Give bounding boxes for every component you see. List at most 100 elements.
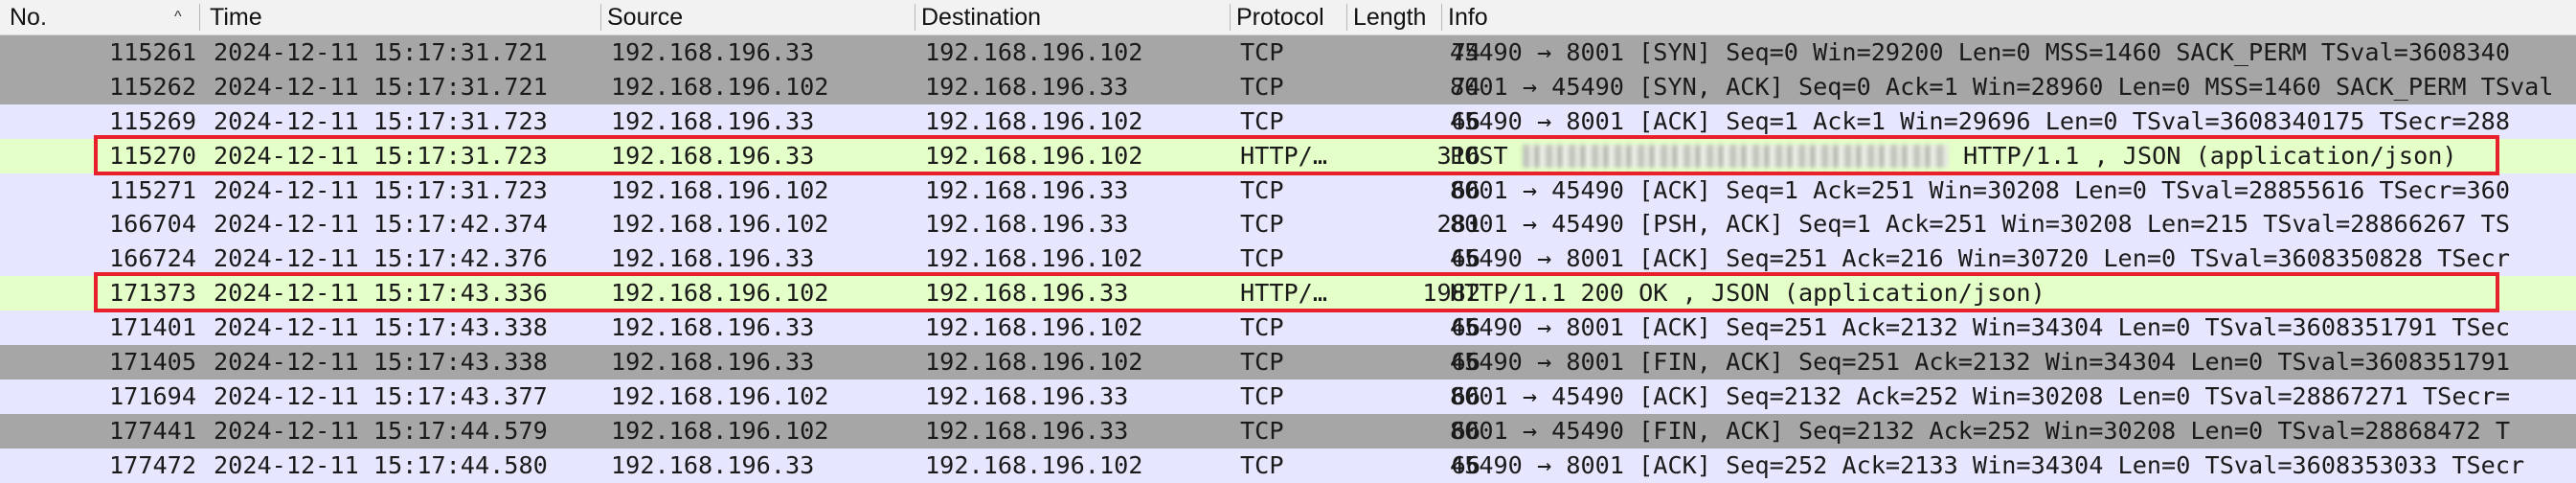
column-header-time[interactable]: Time [210, 0, 593, 34]
packet-number: 166704 [109, 210, 196, 239]
packet-row[interactable]: 171405 2024-12-11 15:17:43.338 192.168.196… [0, 345, 2576, 380]
packet-protocol: TCP [1240, 210, 1284, 239]
redacted-url [1522, 144, 1949, 168]
packet-row[interactable]: 171401 2024-12-11 15:17:43.338 192.168.196… [0, 310, 2576, 346]
packet-time: 2024-12-11 15:17:31.721 [214, 72, 548, 101]
packet-number: 171694 [109, 381, 196, 410]
packet-info: 45490 → 8001 [FIN, ACK] Seq=251 Ack=2132… [1450, 345, 2576, 380]
packet-protocol: TCP [1240, 416, 1284, 445]
packet-time: 2024-12-11 15:17:43.336 [214, 279, 548, 308]
packet-source: 192.168.196.33 [611, 348, 815, 377]
packet-protocol: TCP [1240, 381, 1284, 410]
column-header-destination[interactable]: Destination [921, 0, 1223, 34]
packet-number: 115269 [109, 106, 196, 135]
packet-destination: 192.168.196.102 [925, 106, 1143, 135]
packet-protocol: TCP [1240, 106, 1284, 135]
column-divider[interactable] [199, 4, 200, 31]
packet-row[interactable]: 166704 2024-12-11 15:17:42.374 192.168.196… [0, 207, 2576, 242]
packet-source: 192.168.196.102 [611, 381, 829, 410]
packet-info-text: 45490 → 8001 [ACK] Seq=251 Ack=216 Win=3… [1450, 244, 2510, 273]
packet-info-text: 45490 → 8001 [SYN] Seq=0 Win=29200 Len=0… [1450, 38, 2510, 66]
packet-destination: 192.168.196.102 [925, 313, 1143, 342]
packet-row[interactable]: 115262 2024-12-11 15:17:31.721 192.168.196… [0, 69, 2576, 104]
packet-destination: 192.168.196.33 [925, 279, 1129, 308]
packet-source: 192.168.196.33 [611, 313, 815, 342]
packet-number: 115262 [109, 72, 196, 101]
packet-info-text: 8001 → 45490 [ACK] Seq=1 Ack=251 Win=302… [1450, 175, 2510, 204]
packet-source: 192.168.196.102 [611, 279, 829, 308]
packet-info: 45490 → 8001 [ACK] Seq=251 Ack=216 Win=3… [1450, 242, 2576, 276]
column-header-source[interactable]: Source [607, 0, 909, 34]
packet-time: 2024-12-11 15:17:31.723 [214, 106, 548, 135]
packet-info-text: 8001 → 45490 [PSH, ACK] Seq=1 Ack=251 Wi… [1450, 210, 2510, 239]
packet-destination: 192.168.196.33 [925, 210, 1129, 239]
packet-time: 2024-12-11 15:17:43.338 [214, 348, 548, 377]
packet-info: HTTP/1.1 200 OK , JSON (application/json… [1450, 276, 2576, 310]
column-divider[interactable] [1346, 4, 1347, 31]
packet-destination: 192.168.196.102 [925, 450, 1143, 479]
packet-info-text: HTTP/1.1 200 OK , JSON (application/json… [1450, 279, 2045, 308]
packet-destination: 192.168.196.33 [925, 381, 1129, 410]
packet-protocol: TCP [1240, 313, 1284, 342]
packet-source: 192.168.196.102 [611, 210, 829, 239]
column-header-protocol[interactable]: Protocol [1236, 0, 1344, 34]
packet-protocol: TCP [1240, 175, 1284, 204]
packet-info: 8001 → 45490 [FIN, ACK] Seq=2132 Ack=252… [1450, 414, 2576, 448]
packet-destination: 192.168.196.102 [925, 244, 1143, 273]
packet-info-method: POST [1450, 141, 1523, 170]
packet-destination: 192.168.196.33 [925, 416, 1129, 445]
packet-protocol: TCP [1240, 450, 1284, 479]
packet-info-text: 45490 → 8001 [ACK] Seq=252 Ack=2133 Win=… [1450, 450, 2525, 479]
packet-number: 115271 [109, 175, 196, 204]
packet-info: 45490 → 8001 [ACK] Seq=1 Ack=1 Win=29696… [1450, 104, 2576, 139]
packet-info: 8001 → 45490 [ACK] Seq=2132 Ack=252 Win=… [1450, 380, 2576, 414]
column-header-no[interactable]: No. [10, 0, 182, 34]
packet-info: POST HTTP/1.1 , JSON (application/json) [1450, 139, 2576, 173]
packet-info: 8001 → 45490 [PSH, ACK] Seq=1 Ack=251 Wi… [1450, 207, 2576, 242]
packet-source: 192.168.196.33 [611, 141, 815, 170]
packet-number: 166724 [109, 244, 196, 273]
packet-info-text: HTTP/1.1 , JSON (application/json) [1948, 141, 2457, 170]
column-header-info[interactable]: Info [1448, 0, 1735, 34]
packet-info: 45490 → 8001 [ACK] Seq=252 Ack=2133 Win=… [1450, 448, 2576, 483]
packet-time: 2024-12-11 15:17:43.377 [214, 381, 548, 410]
packet-row[interactable]: 115269 2024-12-11 15:17:31.723 192.168.196… [0, 104, 2576, 139]
packet-protocol: HTTP/… [1240, 141, 1327, 170]
packet-protocol: HTTP/… [1240, 279, 1327, 308]
packet-row[interactable]: 177472 2024-12-11 15:17:44.580 192.168.196… [0, 448, 2576, 483]
packet-source: 192.168.196.102 [611, 72, 829, 101]
packet-number: 171405 [109, 348, 196, 377]
packet-protocol: TCP [1240, 38, 1284, 66]
packet-source: 192.168.196.33 [611, 450, 815, 479]
packet-protocol: TCP [1240, 348, 1284, 377]
packet-info-text: 45490 → 8001 [ACK] Seq=251 Ack=2132 Win=… [1450, 313, 2510, 342]
packet-info: 8001 → 45490 [ACK] Seq=1 Ack=251 Win=302… [1450, 173, 2576, 208]
column-header-length[interactable]: Length [1353, 0, 1441, 34]
packet-row[interactable]: 166724 2024-12-11 15:17:42.376 192.168.196… [0, 242, 2576, 277]
packet-source: 192.168.196.33 [611, 244, 815, 273]
packet-list-header: No. ^ Time Source Destination Protocol L… [0, 0, 2576, 35]
column-divider[interactable] [600, 4, 601, 31]
packet-number: 177472 [109, 450, 196, 479]
packet-row[interactable]: 115261 2024-12-11 15:17:31.721 192.168.196… [0, 35, 2576, 70]
packet-number: 177441 [109, 416, 196, 445]
packet-row[interactable]: 177441 2024-12-11 15:17:44.579 192.168.196… [0, 413, 2576, 448]
packet-info-text: 45490 → 8001 [ACK] Seq=1 Ack=1 Win=29696… [1450, 106, 2510, 135]
column-divider[interactable] [1441, 4, 1442, 31]
column-divider[interactable] [1230, 4, 1231, 31]
packet-time: 2024-12-11 15:17:31.723 [214, 141, 548, 170]
packet-source: 192.168.196.33 [611, 106, 815, 135]
packet-time: 2024-12-11 15:17:43.338 [214, 313, 548, 342]
packet-info-text: 8001 → 45490 [ACK] Seq=2132 Ack=252 Win=… [1450, 381, 2510, 410]
packet-time: 2024-12-11 15:17:42.376 [214, 244, 548, 273]
packet-destination: 192.168.196.33 [925, 72, 1129, 101]
packet-info-text: 8001 → 45490 [FIN, ACK] Seq=2132 Ack=252… [1450, 416, 2510, 445]
sort-ascending-icon: ^ [174, 9, 182, 25]
packet-row[interactable]: 115270 2024-12-11 15:17:31.723 192.168.196… [0, 138, 2576, 173]
packet-time: 2024-12-11 15:17:44.579 [214, 416, 548, 445]
packet-destination: 192.168.196.102 [925, 141, 1143, 170]
packet-row[interactable]: 171373 2024-12-11 15:17:43.336 192.168.196… [0, 276, 2576, 311]
packet-row[interactable]: 171694 2024-12-11 15:17:43.377 192.168.196… [0, 379, 2576, 414]
packet-destination: 192.168.196.102 [925, 348, 1143, 377]
packet-row[interactable]: 115271 2024-12-11 15:17:31.723 192.168.196… [0, 172, 2576, 208]
